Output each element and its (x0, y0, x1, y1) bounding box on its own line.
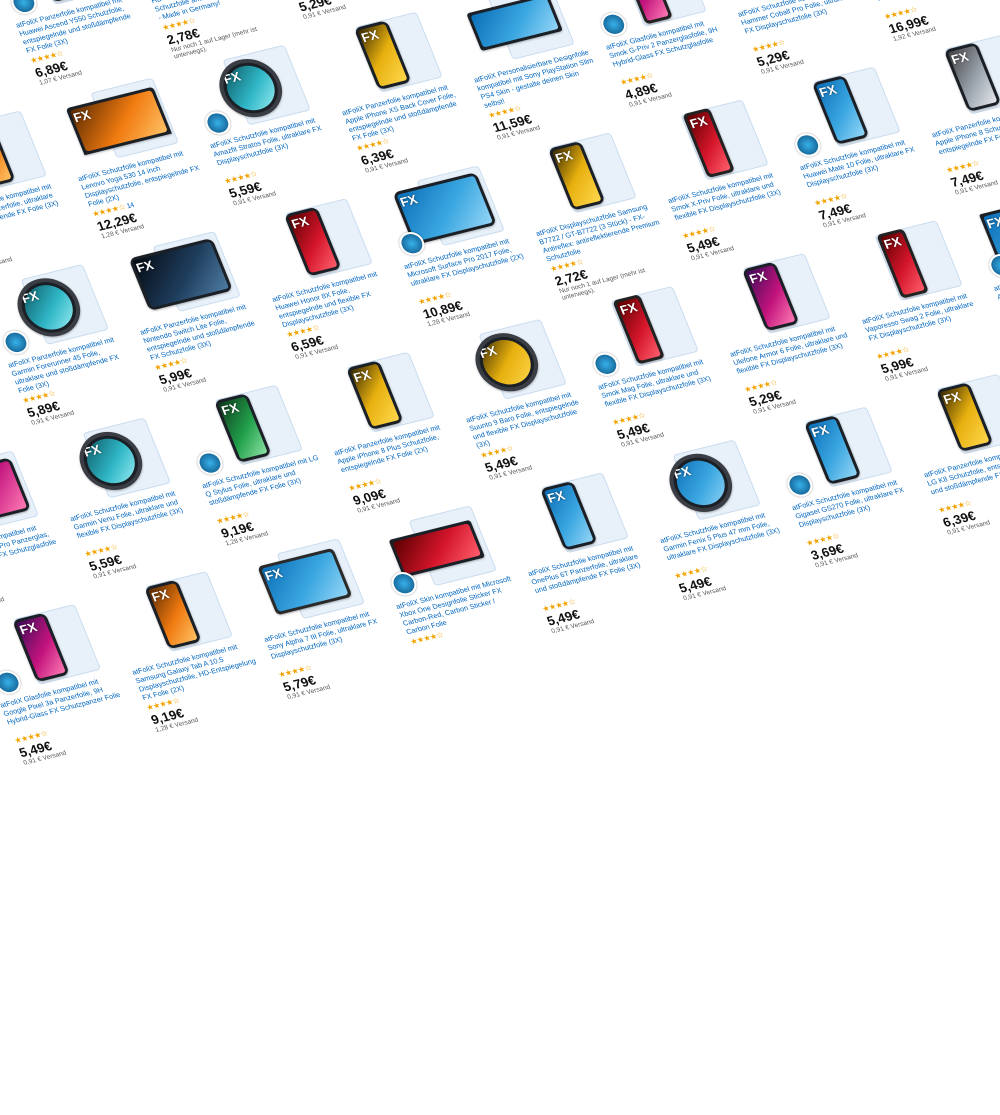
magnifier-badge-icon (791, 130, 824, 160)
magnifier-badge-icon (985, 251, 1000, 280)
product-image[interactable]: FX (900, 27, 1000, 127)
magnifier-badge-icon (7, 0, 41, 17)
product-grid: FXatFoliX Schutzfolie kompatibel mit Bla… (0, 0, 1000, 811)
product-card[interactable]: FXatFoliX Panzerfolie kompatibel mit Hua… (0, 0, 158, 87)
magnifier-badge-icon (0, 668, 25, 697)
magnifier-badge-icon (0, 328, 33, 357)
magnifier-badge-icon (783, 470, 817, 500)
magnifier-badge-icon (193, 448, 227, 478)
device-screen (475, 335, 538, 390)
product-image[interactable]: FX (892, 367, 1000, 467)
device-screen (219, 60, 282, 116)
product-price (0, 750, 1, 779)
shipping-info (0, 750, 1, 779)
device-screen (624, 0, 670, 22)
rating-stars[interactable]: ★★★★☆ (0, 741, 1, 778)
magnifier-badge-icon (589, 350, 623, 379)
magnifier-badge-icon (597, 10, 630, 39)
device-screen (669, 455, 732, 510)
fx-logo: FX (984, 213, 1000, 232)
magnifier-badge-icon (201, 108, 235, 138)
product-grid-stage: FXatFoliX Schutzfolie kompatibel mit Bla… (0, 0, 1000, 1115)
device-screen (79, 433, 142, 489)
device-screen (17, 280, 80, 335)
